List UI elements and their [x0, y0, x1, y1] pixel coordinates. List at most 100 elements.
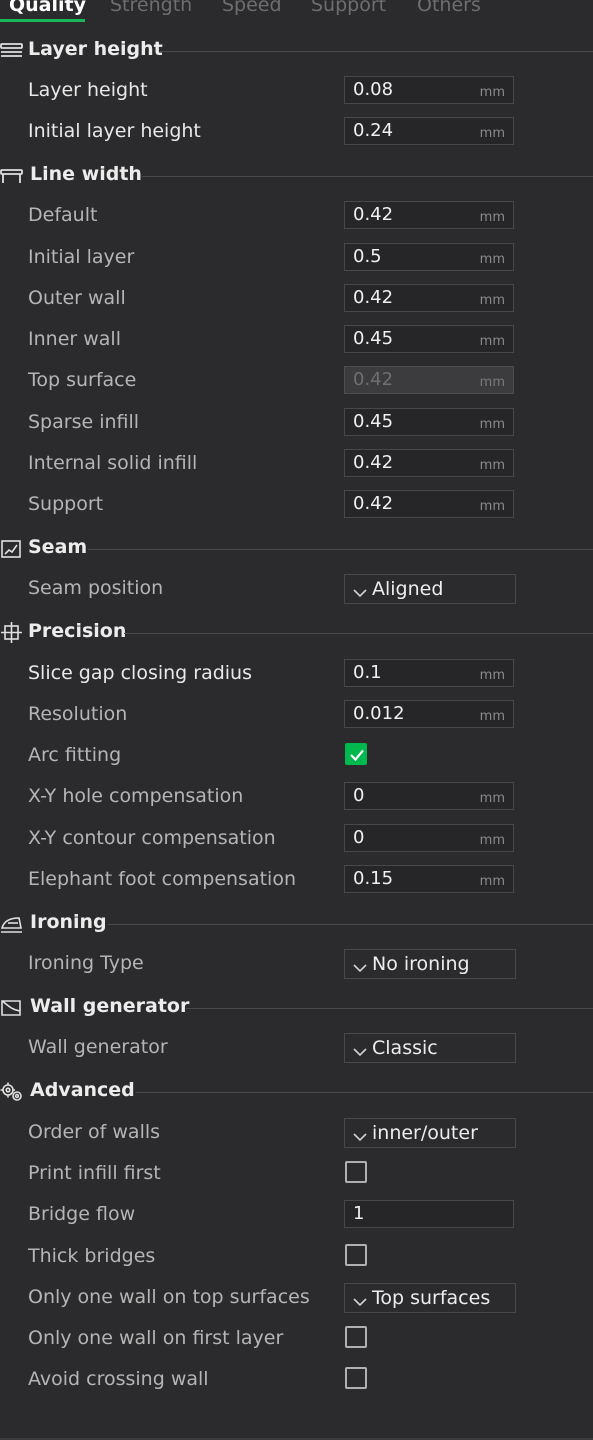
- tab-support[interactable]: Support: [311, 0, 386, 16]
- section-divider: [186, 1008, 593, 1009]
- unit-label: mm: [479, 293, 505, 308]
- section-title: Ironing: [30, 911, 113, 933]
- xy-contour-compensation-input[interactable]: 0 mm: [344, 824, 514, 852]
- unit-label: mm: [479, 210, 505, 225]
- section-divider: [108, 924, 593, 925]
- section-title: Seam: [28, 536, 94, 558]
- gears-icon: [0, 1081, 24, 1103]
- section-advanced: Advanced: [0, 1077, 593, 1107]
- wall-generator-dropdown[interactable]: Classic: [344, 1033, 516, 1063]
- row-elephant-foot-compensation: Elephant foot compensation 0.15 mm: [0, 864, 593, 898]
- setting-label: Top surface: [28, 369, 137, 391]
- field-value: 0.5: [353, 246, 382, 267]
- arc-fitting-checkbox[interactable]: [345, 743, 367, 765]
- setting-label: Print infill first: [28, 1162, 161, 1184]
- row-arc-fitting: Arc fitting: [0, 740, 593, 774]
- line-width-internal-solid-infill-input[interactable]: 0.42 mm: [344, 449, 514, 477]
- section-divider: [124, 633, 593, 634]
- tab-others[interactable]: Others: [417, 0, 481, 16]
- line-width-support-input[interactable]: 0.42 mm: [344, 490, 514, 518]
- resolution-input[interactable]: 0.012 mm: [344, 700, 514, 728]
- unit-label: mm: [479, 499, 505, 514]
- dropdown-value: No ironing: [372, 953, 470, 975]
- setting-label: Sparse infill: [28, 411, 140, 433]
- row-line-width-inner-wall: Inner wall 0.45 mm: [0, 324, 593, 358]
- field-value: 1: [353, 1203, 365, 1224]
- row-bridge-flow: Bridge flow 1: [0, 1199, 593, 1233]
- unit-label: mm: [479, 709, 505, 724]
- setting-label: X-Y hole compensation: [28, 785, 244, 807]
- section-title: Wall generator: [30, 995, 196, 1017]
- iron-icon: [0, 913, 24, 935]
- row-thick-bridges: Thick bridges: [0, 1241, 593, 1275]
- thick-bridges-checkbox[interactable]: [345, 1244, 367, 1266]
- bridge-flow-input[interactable]: 1: [344, 1200, 514, 1228]
- row-line-width-internal-solid-infill: Internal solid infill 0.42 mm: [0, 448, 593, 482]
- tab-strength[interactable]: Strength: [110, 0, 192, 16]
- unit-label: mm: [479, 791, 505, 806]
- line-width-inner-wall-input[interactable]: 0.45 mm: [344, 325, 514, 353]
- row-initial-layer-height: Initial layer height 0.24 mm: [0, 116, 593, 150]
- active-tab-indicator: [0, 19, 85, 22]
- field-value: 0.42: [353, 204, 394, 225]
- row-print-infill-first: Print infill first: [0, 1158, 593, 1192]
- layer-height-input[interactable]: 0.08 mm: [344, 76, 514, 104]
- field-value: 0.08: [353, 79, 394, 100]
- seam-position-dropdown[interactable]: Aligned: [344, 574, 516, 604]
- unit-label: mm: [479, 833, 505, 848]
- row-resolution: Resolution 0.012 mm: [0, 699, 593, 733]
- setting-label: Elephant foot compensation: [28, 868, 296, 890]
- setting-label: Initial layer: [28, 246, 135, 268]
- line-width-initial-layer-input[interactable]: 0.5 mm: [344, 243, 514, 271]
- order-of-walls-dropdown[interactable]: inner/outer: [344, 1118, 516, 1148]
- chevron-down-icon: [353, 1127, 367, 1142]
- line-width-sparse-infill-input[interactable]: 0.45 mm: [344, 408, 514, 436]
- setting-label: X-Y contour compensation: [28, 827, 276, 849]
- section-title: Advanced: [30, 1079, 141, 1101]
- only-one-wall-first-layer-checkbox[interactable]: [345, 1326, 367, 1348]
- slice-gap-closing-radius-input[interactable]: 0.1 mm: [344, 659, 514, 687]
- tab-quality[interactable]: Quality: [9, 0, 86, 16]
- field-value: 0: [353, 827, 365, 848]
- field-value: 0.24: [353, 120, 394, 141]
- setting-label: Bridge flow: [28, 1203, 136, 1225]
- setting-label: Only one wall on top surfaces: [28, 1286, 310, 1308]
- row-slice-gap-closing-radius: Slice gap closing radius 0.1 mm: [0, 658, 593, 692]
- unit-label: mm: [479, 458, 505, 473]
- line-width-outer-wall-input[interactable]: 0.42 mm: [344, 284, 514, 312]
- xy-hole-compensation-input[interactable]: 0 mm: [344, 782, 514, 810]
- avoid-crossing-wall-checkbox[interactable]: [345, 1367, 367, 1389]
- only-one-wall-top-dropdown[interactable]: Top surfaces: [344, 1283, 516, 1313]
- setting-label: Inner wall: [28, 328, 121, 350]
- tab-speed[interactable]: Speed: [222, 0, 282, 16]
- row-only-one-wall-top: Only one wall on top surfaces Top surfac…: [0, 1282, 593, 1316]
- field-value: 0.42: [353, 493, 394, 514]
- setting-label: Wall generator: [28, 1036, 168, 1058]
- setting-label: Only one wall on first layer: [28, 1327, 284, 1349]
- row-avoid-crossing-wall: Avoid crossing wall: [0, 1364, 593, 1398]
- row-line-width-default: Default 0.42 mm: [0, 200, 593, 234]
- print-infill-first-checkbox[interactable]: [345, 1161, 367, 1183]
- line-width-top-surface-input: 0.42 mm: [344, 366, 514, 394]
- setting-label: Outer wall: [28, 287, 126, 309]
- section-line-width: Line width: [0, 161, 593, 191]
- line-width-default-input[interactable]: 0.42 mm: [344, 201, 514, 229]
- setting-label: Layer height: [28, 79, 148, 101]
- row-line-width-top-surface: Top surface 0.42 mm: [0, 365, 593, 399]
- unit-label: mm: [479, 375, 505, 390]
- row-wall-generator: Wall generator Classic: [0, 1032, 593, 1066]
- section-precision: Precision: [0, 618, 593, 648]
- unit-label: mm: [479, 417, 505, 432]
- setting-label: Default: [28, 204, 98, 226]
- dropdown-value: Top surfaces: [372, 1287, 491, 1309]
- row-ironing-type: Ironing Type No ironing: [0, 948, 593, 982]
- field-value: 0.42: [353, 287, 394, 308]
- ironing-type-dropdown[interactable]: No ironing: [344, 949, 516, 979]
- initial-layer-height-input[interactable]: 0.24 mm: [344, 117, 514, 145]
- setting-label: Ironing Type: [28, 952, 144, 974]
- section-divider: [142, 176, 593, 177]
- chevron-down-icon: [353, 1292, 367, 1307]
- elephant-foot-compensation-input[interactable]: 0.15 mm: [344, 865, 514, 893]
- row-line-width-initial-layer: Initial layer 0.5 mm: [0, 242, 593, 276]
- layers-icon: [0, 40, 24, 62]
